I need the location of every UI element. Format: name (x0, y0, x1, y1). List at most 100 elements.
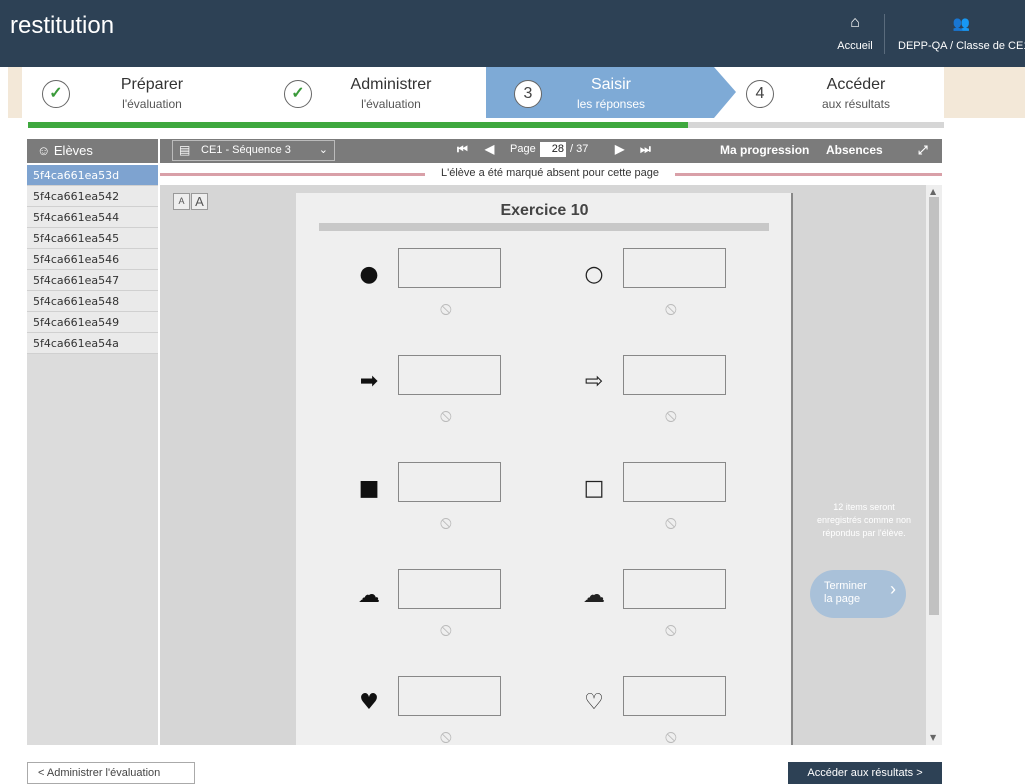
no-answer-icon[interactable]: ⦸ (665, 298, 677, 319)
page-toolbar: ▤ CE1 - Séquence 3 ⌄ ⏮ ◀ Page 28 / 37 ▶ … (160, 139, 942, 163)
shape-icon: ☁ (358, 583, 380, 608)
chevron-down-icon: ⌄ (318, 144, 328, 156)
scroll-up-icon[interactable]: ▲ (930, 187, 936, 196)
next-page-button[interactable]: ▶ (615, 142, 624, 156)
answer-item: □ ⦸ (521, 462, 741, 562)
answer-box[interactable] (398, 248, 501, 288)
notebook-icon: ▤ (179, 143, 191, 157)
answer-box[interactable] (623, 248, 726, 288)
shape-icon: ○ (584, 262, 604, 287)
home-button[interactable]: ⌂ Accueil (825, 14, 885, 52)
student-item[interactable]: 5f4ca661ea542 (27, 186, 158, 207)
exercise-title: Exercice 10 (500, 202, 589, 219)
answer-box[interactable] (623, 462, 726, 502)
progress-fill (28, 122, 688, 128)
prev-page-button[interactable]: ◀ (485, 142, 494, 156)
step-subtitle: les réponses (576, 97, 646, 111)
shape-icon: ♡ (584, 690, 604, 715)
student-item[interactable]: 5f4ca661ea547 (27, 270, 158, 291)
exercise-divider (319, 223, 769, 231)
app-title: restitution (10, 12, 115, 39)
answer-box[interactable] (623, 355, 726, 395)
next-button[interactable]: Accéder aux résultats > (788, 762, 942, 784)
answer-box[interactable] (623, 676, 726, 716)
step-title: Accéder (826, 76, 886, 93)
no-answer-icon[interactable]: ⦸ (665, 405, 677, 426)
shape-icon: ♥ (359, 690, 379, 715)
answer-box[interactable] (623, 569, 726, 609)
no-answer-icon[interactable]: ⦸ (665, 619, 677, 640)
sidebar-title: Elèves (53, 143, 93, 158)
scroll-down-icon[interactable]: ▼ (930, 733, 936, 742)
student-item[interactable]: 5f4ca661ea546 (27, 249, 158, 270)
home-label: Accueil (837, 40, 873, 52)
answer-box[interactable] (398, 355, 501, 395)
notice-line (675, 173, 942, 176)
progress-bar (28, 122, 944, 128)
shape-icon: ● (359, 262, 379, 287)
answer-box[interactable] (398, 569, 501, 609)
no-answer-icon[interactable]: ⦸ (440, 619, 452, 640)
absent-notice-text: L'élève a été marqué absent pour cette p… (425, 167, 675, 179)
scrollbar-thumb[interactable] (929, 197, 939, 615)
step-title: Saisir (590, 76, 631, 93)
answer-item: ● ⦸ (296, 248, 516, 348)
exercise-sheet: Exercice 10 ● ⦸ ○ ⦸ ➡ ⦸ ⇨ ⦸ ■ ⦸ □ ⦸ ☁ ⦸ ☁ ⦸ ♥ ⦸ ♡ ⦸ (296, 193, 793, 747)
answer-item: ♥ ⦸ (296, 676, 516, 776)
answer-item: ■ ⦸ (296, 462, 516, 562)
finish-label: la page (824, 593, 861, 605)
answer-box[interactable] (398, 676, 501, 716)
answer-item: ➡ ⦸ (296, 355, 516, 455)
right-panel: 12 items seront enregistrés comme non ré… (796, 193, 927, 745)
student-item[interactable]: 5f4ca661ea544 (27, 207, 158, 228)
back-button[interactable]: < Administrer l'évaluation (27, 762, 195, 784)
step-acceder[interactable]: 4 Accéder aux résultats (736, 67, 944, 118)
step-number: 4 (746, 80, 774, 108)
no-answer-icon[interactable]: ⦸ (440, 726, 452, 747)
my-progress-link[interactable]: Ma progression (720, 143, 809, 157)
last-page-button[interactable]: ⏭ (640, 142, 651, 157)
users-icon: 👥 (952, 15, 971, 31)
scrollbar[interactable]: ▲ ▼ (926, 185, 942, 745)
student-item[interactable]: 5f4ca661ea54a (27, 333, 158, 354)
sidebar-header: ☺ Elèves (27, 139, 158, 163)
step-title: Administrer (350, 76, 432, 93)
notice-line (160, 173, 425, 176)
font-smaller-button[interactable]: A (173, 193, 190, 210)
student-item[interactable]: 5f4ca661ea548 (27, 291, 158, 312)
answer-item: ☁ ⦸ (296, 569, 516, 669)
step-subtitle: l'évaluation (122, 97, 182, 111)
step-administrer[interactable]: ✓ Administrer l'évaluation (254, 67, 486, 118)
student-item[interactable]: 5f4ca661ea549 (27, 312, 158, 333)
user-button[interactable]: 👥 DEPP-QA / Classe de CE1 (898, 14, 1025, 52)
no-answer-icon[interactable]: ⦸ (440, 405, 452, 426)
page-number-input[interactable]: 28 (540, 142, 566, 157)
step-saisir[interactable]: 3 Saisir les réponses (486, 67, 714, 118)
check-icon: ✓ (284, 80, 312, 108)
absences-link[interactable]: Absences (826, 143, 883, 157)
font-larger-button[interactable]: A (191, 193, 208, 210)
page-content: A A Exercice 10 ● ⦸ ○ ⦸ ➡ ⦸ ⇨ ⦸ ■ ⦸ □ ⦸ ☁ ⦸ ☁ ⦸ ♥ ⦸ ♡ ⦸ 12 … (160, 185, 942, 747)
finish-label: Terminer (824, 580, 867, 592)
answer-box[interactable] (398, 462, 501, 502)
step-preparer[interactable]: ✓ Préparer l'évaluation (22, 67, 254, 118)
step-chevron (714, 67, 736, 118)
student-item[interactable]: 5f4ca661ea53d (27, 165, 158, 186)
student-item[interactable]: 5f4ca661ea545 (27, 228, 158, 249)
finish-page-button[interactable]: Terminer la page › (810, 570, 906, 618)
answer-item: ⇨ ⦸ (521, 355, 741, 455)
no-answer-icon[interactable]: ⦸ (665, 726, 677, 747)
student-list: 5f4ca661ea53d 5f4ca661ea542 5f4ca661ea544 5… (27, 165, 158, 745)
step-wizard: ✓ Préparer l'évaluation ✓ Administrer l'… (22, 67, 944, 118)
expand-icon[interactable]: ⤢ (918, 143, 928, 158)
answer-item: ○ ⦸ (521, 248, 741, 348)
sequence-select[interactable]: ▤ CE1 - Séquence 3 ⌄ (172, 140, 335, 161)
step-title: Préparer (120, 76, 184, 93)
first-page-button[interactable]: ⏮ (457, 142, 468, 157)
step-subtitle: aux résultats (821, 97, 891, 111)
answer-item: ♡ ⦸ (521, 676, 741, 776)
no-answer-icon[interactable]: ⦸ (665, 512, 677, 533)
no-answer-icon[interactable]: ⦸ (440, 298, 452, 319)
no-answer-icon[interactable]: ⦸ (440, 512, 452, 533)
shape-icon: ➡ (359, 369, 379, 394)
